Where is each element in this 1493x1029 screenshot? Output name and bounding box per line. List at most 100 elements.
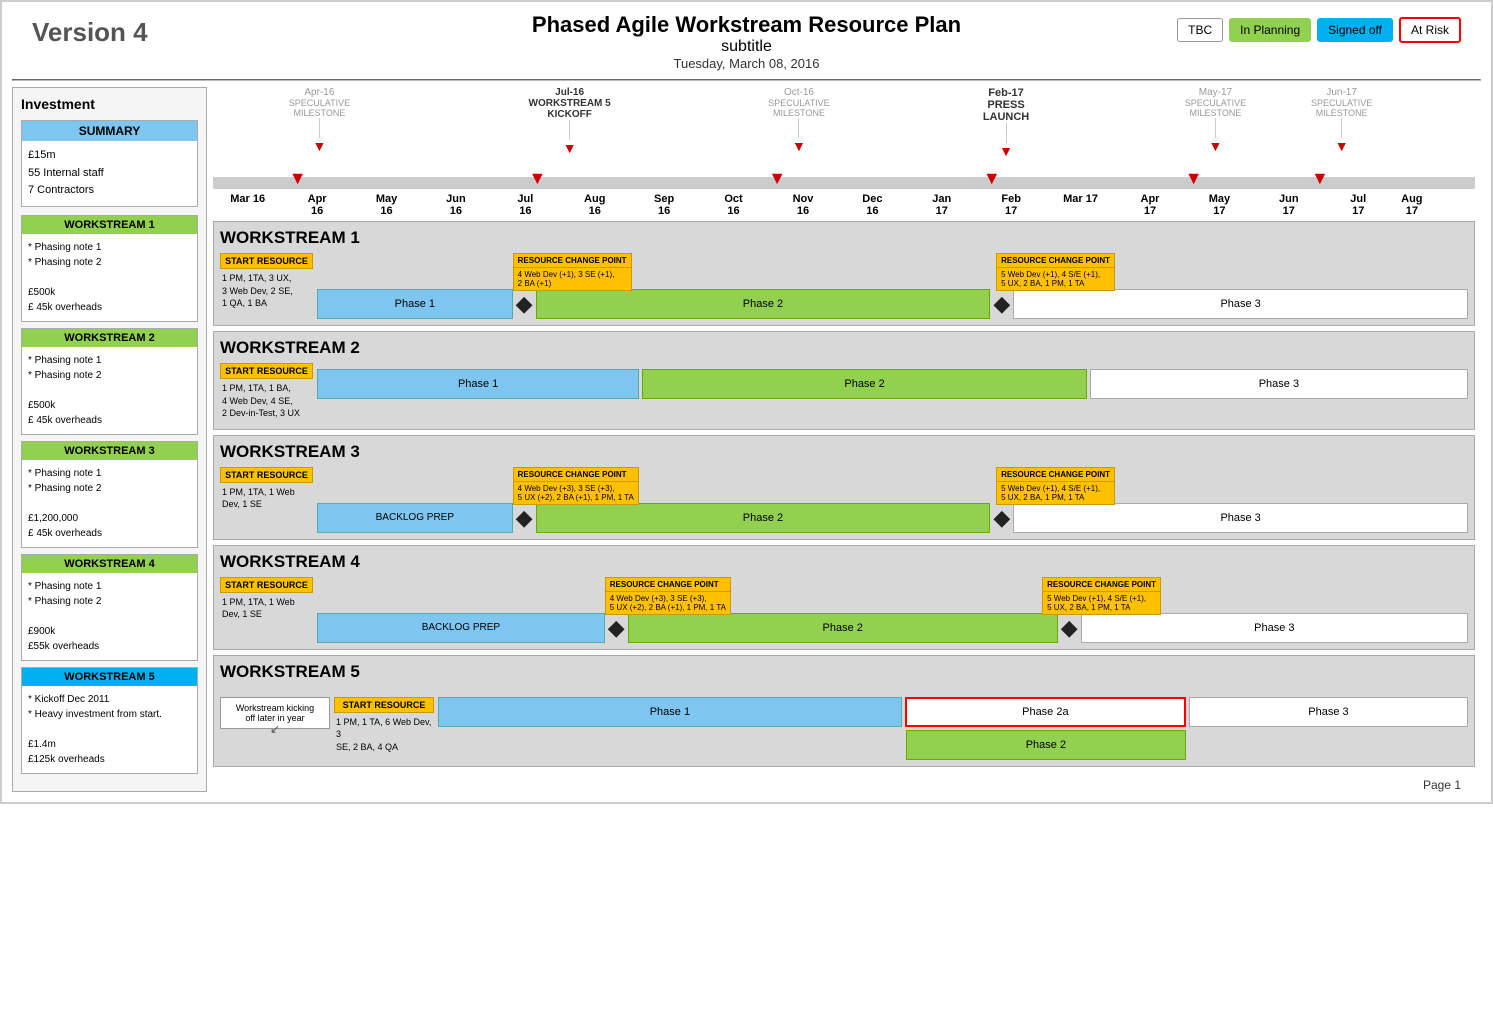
page-number: Page 1 [207, 772, 1481, 792]
ws5-note-arrow: ↙ [270, 722, 280, 736]
month-jun17: Jun17 [1254, 193, 1323, 217]
sidebar-ws5-header: WORKSTREAM 5 [22, 668, 197, 686]
ws4-sr-label: START RESOURCE [220, 577, 313, 593]
header-date: Tuesday, March 08, 2016 [12, 56, 1481, 71]
ws3-sr-text: 1 PM, 1TA, 1 WebDev, 1 SE [220, 483, 313, 514]
sidebar-ws4-body: * Phasing note 1* Phasing note 2£900k£55… [22, 573, 197, 660]
sidebar-ws1-header: WORKSTREAM 1 [22, 216, 197, 234]
month-nov16: Nov16 [768, 193, 837, 217]
ws4-rcp2-label: RESOURCE CHANGE POINT [1042, 577, 1161, 592]
ws3-phases: RESOURCE CHANGE POINT 4 Web Dev (+3), 3 … [317, 467, 1468, 533]
ws2-phase3: Phase 3 [1090, 369, 1468, 399]
arrow-apr16: ▼ [289, 169, 307, 187]
ws1-sr-label: START RESOURCE [220, 253, 313, 269]
ws1-start-resource: START RESOURCE 1 PM, 1TA, 3 UX,3 Web Dev… [220, 253, 313, 319]
ws5-content: Workstream kickingoff later in year ↙ ST… [220, 687, 1468, 760]
sidebar-ws1: WORKSTREAM 1 * Phasing note 1* Phasing n… [21, 215, 198, 322]
month-apr16: Apr16 [282, 193, 351, 217]
sidebar-ws4-header: WORKSTREAM 4 [22, 555, 197, 573]
ws4-phases: RESOURCE CHANGE POINT 4 Web Dev (+3), 3 … [317, 577, 1468, 643]
month-jun16: Jun16 [421, 193, 490, 217]
ws1-diamond1: ◆ [516, 289, 533, 319]
month-may17: May17 [1185, 193, 1254, 217]
sidebar-ws3: WORKSTREAM 3 * Phasing note 1* Phasing n… [21, 441, 198, 548]
ws4-backlog: BACKLOG PREP [317, 613, 605, 643]
sidebar-ws4: WORKSTREAM 4 * Phasing note 1* Phasing n… [21, 554, 198, 661]
main-layout: Investment SUMMARY £15m 55 Internal staf… [12, 87, 1481, 792]
ws4-diamond2: ◆ [1061, 613, 1078, 643]
month-apr17: Apr17 [1115, 193, 1184, 217]
ws5-phase1: Phase 1 [438, 697, 902, 727]
timeline-bar-section: ▼ ▼ ▼ ▼ ▼ ▼ [213, 177, 1475, 189]
status-badges: TBC In Planning Signed off At Risk [1177, 17, 1461, 43]
ws3-backlog: BACKLOG PREP [317, 503, 513, 533]
ws2-phase2: Phase 2 [642, 369, 1087, 399]
month-jul17: Jul17 [1324, 193, 1393, 217]
ws3-diamond1: ◆ [516, 503, 533, 533]
ws2-section: WORKSTREAM 2 START RESOURCE 1 PM, 1TA, 1… [213, 331, 1475, 430]
month-aug16: Aug16 [560, 193, 629, 217]
ws2-title: WORKSTREAM 2 [220, 338, 1468, 358]
ws5-phase3: Phase 3 [1189, 697, 1468, 727]
ws1-rcp2-label: RESOURCE CHANGE POINT [996, 253, 1115, 268]
month-oct16: Oct16 [699, 193, 768, 217]
ws3-diamond2: ◆ [993, 503, 1010, 533]
month-mar16: Mar 16 [213, 193, 282, 217]
ws1-phases: RESOURCE CHANGE POINT 4 Web Dev (+1), 3 … [317, 253, 1468, 319]
ws5-section: WORKSTREAM 5 Workstream kickingoff later… [213, 655, 1475, 767]
ws4-rcp2: RESOURCE CHANGE POINT 5 Web Dev (+1), 4 … [1042, 577, 1161, 615]
milestone-jun17: Jun-17 SPECULATIVE MILESTONE ▼ [1311, 87, 1372, 154]
milestone-jul16: Jul-16 WORKSTREAM 5 KICKOFF ▼ [529, 87, 611, 156]
sidebar-title: Investment [21, 96, 198, 112]
sidebar-ws5-body: * Kickoff Dec 2011* Heavy investment fro… [22, 686, 197, 773]
arrow-feb17: ▼ [983, 169, 1001, 187]
ws5-note-box: Workstream kickingoff later in year ↙ [220, 697, 330, 729]
ws2-sr-text: 1 PM, 1TA, 1 BA,4 Web Dev, 4 SE,2 Dev-in… [220, 379, 313, 423]
investment-line1: £15m [28, 147, 191, 165]
months-row: Mar 16 Apr16 May16 Jun16 Jul16 Aug16 Sep… [213, 193, 1475, 217]
ws5-sr-label: START RESOURCE [334, 697, 434, 713]
sidebar: Investment SUMMARY £15m 55 Internal staf… [12, 87, 207, 792]
month-dec16: Dec16 [838, 193, 907, 217]
ws3-rcp1: RESOURCE CHANGE POINT 4 Web Dev (+3), 3 … [513, 467, 639, 505]
header: Version 4 Phased Agile Workstream Resour… [12, 12, 1481, 71]
ws5-note-text: Workstream kickingoff later in year ↙ [220, 697, 330, 729]
ws2-phases: Phase 1 Phase 2 Phase 3 [317, 363, 1468, 423]
ws3-phase-bars: BACKLOG PREP ◆ Phase 2 ◆ Phase 3 [317, 503, 1468, 533]
badge-planning: In Planning [1229, 18, 1311, 42]
month-may16: May16 [352, 193, 421, 217]
ws1-rcp1: RESOURCE CHANGE POINT 4 Web Dev (+1), 3 … [513, 253, 632, 291]
ws3-sr-label: START RESOURCE [220, 467, 313, 483]
ws4-body: START RESOURCE 1 PM, 1TA, 1 WebDev, 1 SE… [220, 577, 1468, 643]
ws1-sr-text: 1 PM, 1TA, 3 UX,3 Web Dev, 2 SE,1 QA, 1 … [220, 269, 313, 313]
badge-tbc: TBC [1177, 18, 1223, 42]
month-aug17: Aug17 [1393, 193, 1431, 217]
month-mar17: Mar 17 [1046, 193, 1115, 217]
ws1-phase1: Phase 1 [317, 289, 513, 319]
timeline-bar: ▼ ▼ ▼ ▼ ▼ ▼ [213, 177, 1475, 189]
month-jul16: Jul16 [491, 193, 560, 217]
ws4-phase-bars: BACKLOG PREP ◆ Phase 2 ◆ Phase 3 [317, 613, 1468, 643]
sidebar-ws3-header: WORKSTREAM 3 [22, 442, 197, 460]
arrow-may17: ▼ [1185, 169, 1203, 187]
sidebar-ws3-body: * Phasing note 1* Phasing note 2£1,200,0… [22, 460, 197, 547]
ws2-start-resource: START RESOURCE 1 PM, 1TA, 1 BA,4 Web Dev… [220, 363, 313, 423]
ws3-rcp1-label: RESOURCE CHANGE POINT [513, 467, 639, 482]
month-feb17: Feb17 [976, 193, 1045, 217]
ws1-diamond2: ◆ [993, 289, 1010, 319]
ws3-rcp1-text: 4 Web Dev (+3), 3 SE (+3),5 UX (+2), 2 B… [513, 482, 639, 505]
ws1-rcp1-text: 4 Web Dev (+1), 3 SE (+1),2 BA (+1) [513, 268, 632, 291]
ws3-rcp2: RESOURCE CHANGE POINT 5 Web Dev (+1), 4 … [996, 467, 1115, 505]
ws1-rcp1-label: RESOURCE CHANGE POINT [513, 253, 632, 268]
ws1-title: WORKSTREAM 1 [220, 228, 1468, 248]
arrow-jun17: ▼ [1311, 169, 1329, 187]
ws3-phase2: Phase 2 [536, 503, 991, 533]
ws5-phase-row1: Phase 1 Phase 2a Phase 3 [438, 697, 1468, 727]
ws4-rcp2-text: 5 Web Dev (+1), 4 S/E (+1),5 UX, 2 BA, 1… [1042, 592, 1161, 615]
ws3-body: START RESOURCE 1 PM, 1TA, 1 WebDev, 1 SE… [220, 467, 1468, 533]
ws4-rcp1-text: 4 Web Dev (+3), 3 SE (+3),5 UX (+2), 2 B… [605, 592, 731, 615]
ws5-phase2: Phase 2 [906, 730, 1187, 760]
month-sep16: Sep16 [629, 193, 698, 217]
ws4-phase2: Phase 2 [628, 613, 1058, 643]
ws4-phase3: Phase 3 [1081, 613, 1468, 643]
